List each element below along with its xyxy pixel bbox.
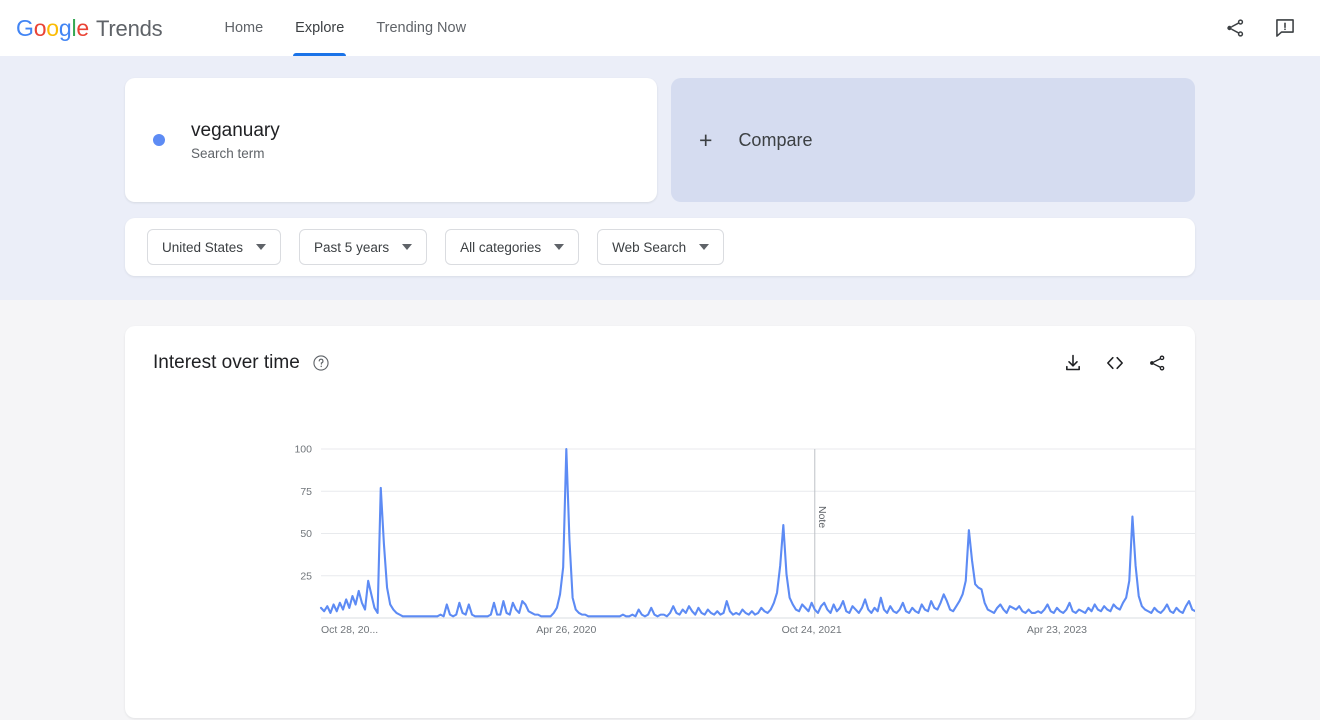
query-hero-section: veganuary Search term + Compare United S… [0, 56, 1320, 300]
note-marker-label: Note [816, 506, 828, 528]
nav-tab-label: Trending Now [376, 20, 467, 36]
chart-y-axis-labels: 100 75 50 25 [294, 444, 312, 583]
share-icon[interactable] [1147, 353, 1167, 373]
share-icon[interactable] [1224, 17, 1246, 39]
search-term-name: veganuary [191, 120, 280, 142]
y-axis-tick-label: 75 [300, 486, 312, 498]
y-axis-tick-label: 25 [300, 570, 312, 582]
chevron-down-icon [256, 244, 267, 250]
add-comparison-card[interactable]: + Compare [671, 78, 1195, 202]
search-terms-row: veganuary Search term + Compare [125, 78, 1195, 202]
search-term-card[interactable]: veganuary Search term [125, 78, 657, 202]
chart-gridlines [321, 448, 1195, 577]
download-icon[interactable] [1063, 353, 1083, 373]
interest-over-time-card: Interest over time 100 75 50 25 Note Oct… [125, 326, 1195, 718]
logo-letter: o [46, 14, 59, 41]
page-title: Interest over time [153, 352, 300, 373]
nav-tabs: Home Explore Trending Now [210, 0, 480, 56]
search-term-type: Search term [191, 145, 265, 161]
feedback-icon[interactable] [1274, 17, 1296, 39]
interest-over-time-chart[interactable]: 100 75 50 25 Note Oct 28, 20... Apr 26, 2020… [125, 438, 1195, 653]
nav-tab-label: Explore [295, 20, 345, 36]
top-navigation-bar: Google Trends Home Explore Trending Now [0, 0, 1320, 56]
search-type-filter-label: Web Search [612, 239, 687, 255]
search-term-text-group: veganuary Search term [191, 119, 280, 161]
y-axis-tick-label: 50 [300, 528, 312, 540]
category-filter-label: All categories [460, 239, 542, 255]
search-type-filter[interactable]: Web Search [597, 229, 725, 265]
nav-tab-explore[interactable]: Explore [281, 0, 358, 56]
x-axis-tick-label: Oct 24, 2021 [782, 624, 842, 636]
chart-line-series [319, 447, 1195, 618]
x-axis-tick-label: Apr 23, 2023 [1027, 624, 1087, 636]
hero-content: veganuary Search term + Compare United S… [125, 78, 1195, 276]
chevron-down-icon [402, 244, 413, 250]
logo-letter: e [76, 14, 89, 41]
embed-code-icon[interactable] [1105, 353, 1125, 373]
location-filter-label: United States [162, 239, 244, 255]
chevron-down-icon [554, 244, 565, 250]
time-range-filter-label: Past 5 years [314, 239, 390, 255]
logo-letter: g [58, 14, 72, 41]
plus-icon: + [699, 126, 713, 153]
logo-product-name: Trends [96, 15, 163, 41]
top-bar-actions [1224, 17, 1296, 39]
x-axis-tick-label: Oct 28, 20... [321, 624, 378, 636]
chart-x-axis-labels: Oct 28, 20... Apr 26, 2020 Oct 24, 2021 Apr… [321, 624, 1087, 636]
series-color-dot [153, 134, 165, 146]
time-range-filter[interactable]: Past 5 years [299, 229, 428, 265]
location-filter[interactable]: United States [147, 229, 282, 265]
help-circle-icon[interactable] [312, 354, 330, 372]
x-axis-tick-label: Apr 26, 2020 [536, 624, 596, 636]
nav-tab-label: Home [224, 20, 264, 36]
chart-header: Interest over time [153, 352, 1167, 374]
nav-tab-trending-now[interactable]: Trending Now [362, 0, 480, 56]
compare-label: Compare [738, 129, 813, 150]
y-axis-tick-label: 100 [294, 444, 312, 456]
logo-letter: o [33, 14, 47, 41]
chevron-down-icon [699, 244, 710, 250]
category-filter[interactable]: All categories [445, 229, 580, 265]
google-trends-logo[interactable]: Google Trends [16, 14, 163, 42]
nav-tab-home[interactable]: Home [210, 0, 277, 56]
logo-letter: G [16, 14, 34, 41]
results-body: Interest over time 100 75 50 25 Note Oct… [0, 300, 1320, 718]
chart-tools [1063, 353, 1167, 373]
filters-bar: United States Past 5 years All categorie… [125, 218, 1195, 276]
